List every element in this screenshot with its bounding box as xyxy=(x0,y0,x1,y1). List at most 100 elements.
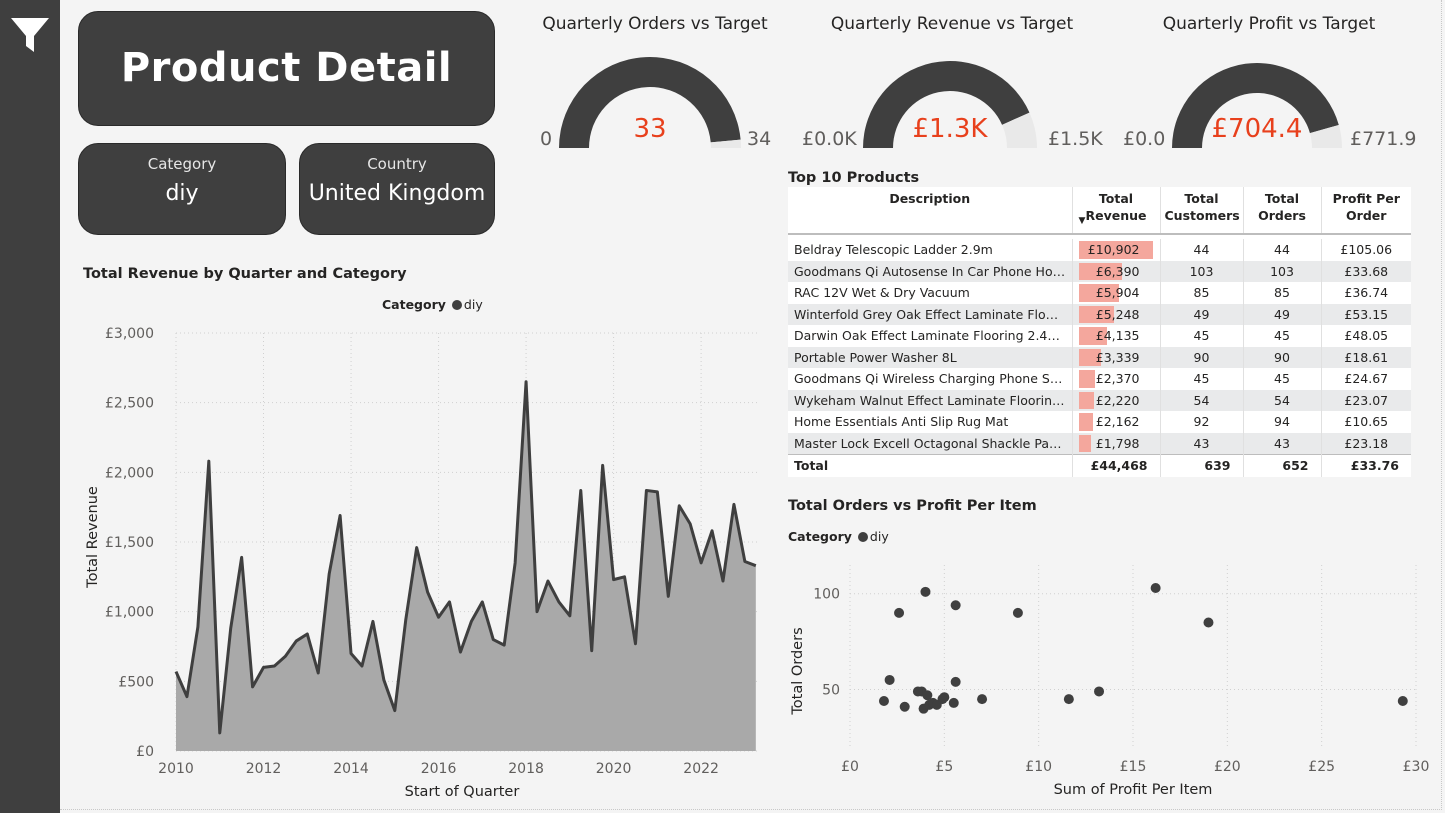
y-tick-label: £500 xyxy=(118,674,154,690)
table-row[interactable]: Portable Power Washer 8L £3,339 90 90 £18.61 xyxy=(788,346,1411,368)
total-value: 652 xyxy=(1243,454,1322,477)
revenue-gauge-title: Quarterly Revenue vs Target xyxy=(830,14,1074,34)
x-tick-label: 2016 xyxy=(421,761,457,777)
y-tick-label: 50 xyxy=(822,683,840,699)
total-revenue-header-label: Total Revenue xyxy=(1085,191,1147,223)
cell-total-orders: 94 xyxy=(1243,411,1322,433)
y-axis-title: Total Revenue xyxy=(85,486,101,589)
table-row[interactable]: RAC 12V Wet & Dry Vacuum £5,904 85 85 £36.74 xyxy=(788,282,1411,304)
cell-description: Beldray Telescopic Ladder 2.9m xyxy=(788,239,1073,261)
cell-description: Portable Power Washer 8L xyxy=(788,346,1073,368)
country-slicer-value[interactable]: United Kingdom xyxy=(300,181,494,206)
revenue-data-bar xyxy=(1078,413,1094,431)
filter-icon[interactable] xyxy=(9,14,51,56)
table-row[interactable]: Darwin Oak Effect Laminate Flooring 2.47… xyxy=(788,325,1411,347)
table-row[interactable]: Goodmans Qi Autosense In Car Phone Holde… xyxy=(788,260,1411,282)
sort-descending-icon[interactable]: ▼ xyxy=(1079,213,1086,230)
scatter-chart-legend: Category diy xyxy=(788,529,889,544)
revenue-value: £1,798 xyxy=(1095,435,1140,451)
left-sidebar xyxy=(0,0,60,813)
revenue-gauge-value: £1.3K xyxy=(912,114,988,144)
cell-description: Master Lock Excell Octagonal Shackle Pad… xyxy=(788,432,1073,455)
column-header-profit-per-order[interactable]: Profit Per Order xyxy=(1321,187,1411,235)
table-row[interactable]: Goodmans Qi Wireless Charging Phone Stan… xyxy=(788,368,1411,390)
cell-total-orders: 44 xyxy=(1243,239,1322,261)
category-slicer[interactable]: Category diy xyxy=(78,143,286,235)
scatter-chart-title: Total Orders vs Profit Per Item xyxy=(788,498,1037,514)
profit-gauge-value: £704.4 xyxy=(1211,114,1303,144)
top-products-table: Description Total Revenue ▼ Total Custome… xyxy=(788,187,1411,477)
orders-vs-profit-scatter[interactable]: £0 £5 £10 £15 £20 £25 £30 50 100 Sum of Profit Pe… xyxy=(782,550,1432,805)
cell-total-orders: 90 xyxy=(1243,346,1322,368)
cell-total-revenue: £3,339 xyxy=(1072,346,1161,368)
cell-total-orders: 45 xyxy=(1243,325,1322,347)
revenue-area-chart[interactable]: £0 £500 £1,000 £1,500 £2,000 £2,500 £3,000 2010… xyxy=(78,318,778,808)
cell-total-customers: 103 xyxy=(1160,260,1244,282)
x-axis-title: Sum of Profit Per Item xyxy=(1054,782,1213,798)
cell-total-orders: 54 xyxy=(1243,389,1322,411)
x-tick-label: 2018 xyxy=(508,761,544,777)
legend-item-diy[interactable]: diy xyxy=(464,297,483,312)
revenue-data-bar xyxy=(1078,370,1095,388)
y-tick-label: £0 xyxy=(136,744,154,760)
cell-total-revenue: £2,162 xyxy=(1072,411,1161,433)
y-tick-label: £1,000 xyxy=(105,605,154,621)
y-tick-label: £2,500 xyxy=(105,396,154,412)
cell-description: Winterfold Grey Oak Effect Laminate Floo… xyxy=(788,303,1073,325)
legend-marker xyxy=(857,532,868,542)
series-area-diy[interactable] xyxy=(176,381,756,751)
table-row[interactable]: Wykeham Walnut Effect Laminate Flooring … xyxy=(788,389,1411,411)
cell-total-revenue: £1,798 xyxy=(1072,432,1161,455)
cell-total-customers: 92 xyxy=(1160,411,1244,433)
category-slicer-value[interactable]: diy xyxy=(79,181,285,206)
scatter-point[interactable] xyxy=(1150,582,1161,593)
revenue-value: £2,370 xyxy=(1095,371,1140,387)
table-row[interactable]: Winterfold Grey Oak Effect Laminate Floo… xyxy=(788,303,1411,325)
scatter-point[interactable] xyxy=(977,694,988,705)
cell-description: Goodmans Qi Wireless Charging Phone Stan… xyxy=(788,368,1073,390)
cell-profit-per-order: £23.18 xyxy=(1321,432,1411,455)
legend-item-diy[interactable]: diy xyxy=(870,529,889,544)
table-row[interactable]: Home Essentials Anti Slip Rug Mat £2,162 9… xyxy=(788,411,1411,433)
revenue-value: £10,902 xyxy=(1087,242,1140,258)
scatter-point[interactable] xyxy=(1063,694,1074,705)
profit-gauge-title: Quarterly Profit vs Target xyxy=(1162,14,1376,34)
scatter-point[interactable] xyxy=(948,697,959,708)
table-row[interactable]: Beldray Telescopic Ladder 2.9m £10,902 44 4… xyxy=(788,239,1411,261)
cell-total-revenue: £2,220 xyxy=(1072,389,1161,411)
scatter-point[interactable] xyxy=(884,674,895,685)
orders-gauge-min: 0 xyxy=(540,128,553,150)
column-header-total-customers[interactable]: Total Customers xyxy=(1160,187,1244,235)
scatter-point[interactable] xyxy=(950,676,961,687)
scatter-point[interactable] xyxy=(912,686,923,697)
scatter-point[interactable] xyxy=(1397,696,1408,707)
cell-description: Wykeham Walnut Effect Laminate Flooring … xyxy=(788,389,1073,411)
column-header-total-revenue[interactable]: Total Revenue ▼ xyxy=(1072,187,1161,235)
scatter-point[interactable] xyxy=(920,586,931,597)
cell-total-customers: 54 xyxy=(1160,389,1244,411)
column-header-description[interactable]: Description xyxy=(788,187,1073,235)
revenue-value: £3,339 xyxy=(1095,349,1140,365)
scatter-point[interactable] xyxy=(937,694,948,705)
scatter-point[interactable] xyxy=(1203,617,1214,628)
column-header-total-orders[interactable]: Total Orders xyxy=(1243,187,1322,235)
scatter-point[interactable] xyxy=(878,696,889,707)
revenue-value: £2,220 xyxy=(1095,392,1140,408)
scatter-point[interactable] xyxy=(1094,686,1105,697)
profit-gauge-min: £0.0 xyxy=(1123,128,1166,150)
scatter-point[interactable] xyxy=(899,701,910,712)
x-tick-label: £0 xyxy=(841,759,859,775)
country-slicer[interactable]: Country United Kingdom xyxy=(299,143,495,235)
x-tick-label: £15 xyxy=(1120,759,1147,775)
scatter-point[interactable] xyxy=(1012,607,1023,618)
scatter-point[interactable] xyxy=(950,600,961,611)
legend-title: Category xyxy=(788,529,852,544)
x-tick-label: £5 xyxy=(935,759,953,775)
table-row[interactable]: Master Lock Excell Octagonal Shackle Pad… xyxy=(788,432,1411,455)
total-value: £33.76 xyxy=(1321,454,1411,477)
orders-gauge-value: 33 xyxy=(633,114,667,144)
x-tick-label: £30 xyxy=(1403,759,1430,775)
revenue-value: £6,390 xyxy=(1095,263,1140,279)
scatter-point[interactable] xyxy=(894,607,905,618)
cell-total-revenue: £10,902 xyxy=(1072,239,1161,261)
